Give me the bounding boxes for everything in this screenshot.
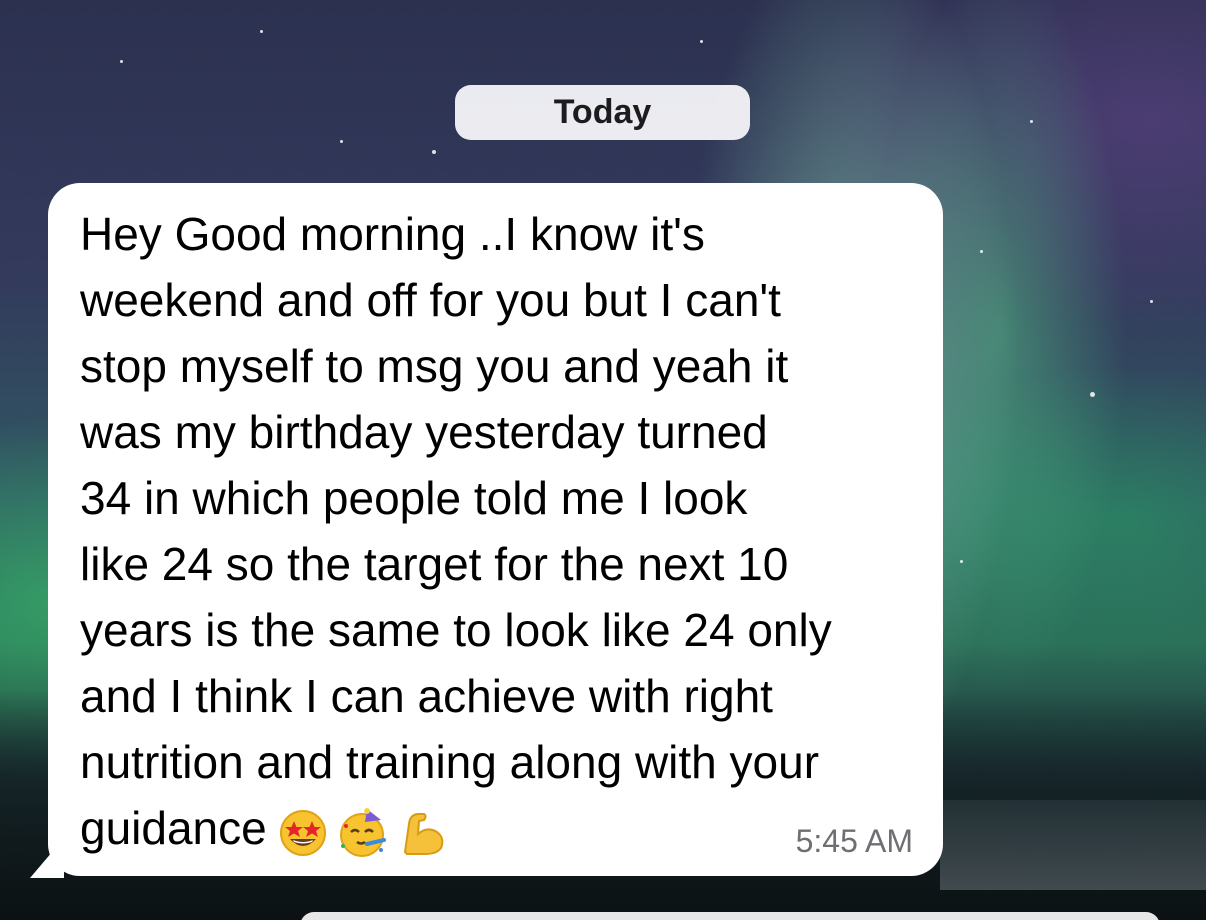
message-line: stop myself to msg you and yeah it: [80, 340, 789, 392]
message-line: years is the same to look like 24 only: [80, 604, 832, 656]
incoming-message-bubble[interactable]: Hey Good morning ..I know it's weekend a…: [48, 183, 943, 876]
partying-face-emoji: [339, 807, 386, 857]
star: [700, 40, 703, 43]
message-line: 34 in which people told me I look: [80, 472, 748, 524]
message-line: weekend and off for you but I can't: [80, 274, 781, 326]
star-struck-emoji: [279, 809, 326, 856]
star: [1150, 300, 1153, 303]
message-text: Hey Good morning ..I know it's weekend a…: [80, 201, 915, 861]
snow-field: [940, 800, 1206, 890]
star: [432, 150, 436, 154]
star: [260, 30, 263, 33]
message-line: guidance: [80, 802, 267, 854]
message-line: nutrition and training along with your: [80, 736, 820, 788]
star: [340, 140, 343, 143]
star: [960, 560, 963, 563]
message-line: and I think I can achieve with right: [80, 670, 773, 722]
message-line: Hey Good morning ..I know it's: [80, 208, 705, 260]
date-separator: Today: [455, 85, 750, 140]
message-line: was my birthday yesterday turned: [80, 406, 768, 458]
star: [1090, 392, 1095, 397]
star: [1030, 120, 1033, 123]
message-timestamp: 5:45 AM: [795, 823, 913, 859]
star: [120, 60, 123, 63]
next-message-bubble-edge: [300, 912, 1160, 920]
message-line: like 24 so the target for the next 10: [80, 538, 789, 590]
flexed-biceps-emoji: [403, 812, 444, 855]
date-separator-label: Today: [553, 93, 652, 131]
star: [980, 250, 983, 253]
emoji-group: [277, 806, 449, 858]
